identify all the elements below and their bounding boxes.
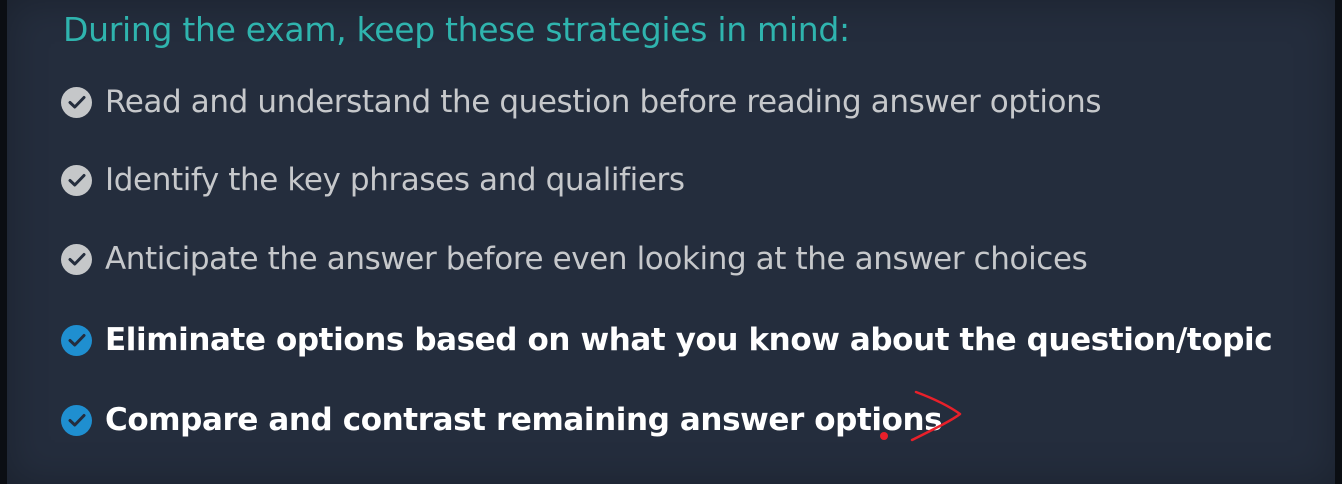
check-circle-icon: [61, 243, 92, 275]
list-item-text: Identify the key phrases and qualifiers: [105, 162, 685, 198]
list-item-text: Eliminate options based on what you know…: [105, 322, 1273, 358]
list-item: Identify the key phrases and qualifiers: [61, 162, 685, 198]
check-circle-icon: [61, 86, 92, 118]
list-item-text: Anticipate the answer before even lookin…: [105, 241, 1088, 277]
check-circle-icon: [61, 164, 92, 196]
check-circle-icon: [61, 324, 92, 356]
list-item: Anticipate the answer before even lookin…: [61, 241, 1088, 277]
list-item-text: Compare and contrast remaining answer op…: [105, 402, 943, 438]
list-item: Read and understand the question before …: [61, 84, 1102, 120]
check-circle-icon: [61, 404, 92, 436]
list-item: Eliminate options based on what you know…: [61, 322, 1273, 358]
list-item: Compare and contrast remaining answer op…: [61, 402, 943, 438]
slide-title: During the exam, keep these strategies i…: [63, 10, 850, 49]
presentation-slide: During the exam, keep these strategies i…: [7, 0, 1335, 484]
list-item-text: Read and understand the question before …: [105, 84, 1102, 120]
